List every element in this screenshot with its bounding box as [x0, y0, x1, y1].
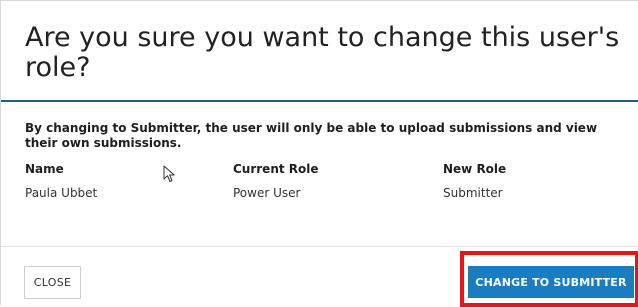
change-to-submitter-button[interactable]: CHANGE TO SUBMITTER [468, 266, 634, 298]
dialog-header: Are you sure you want to change this use… [1, 1, 638, 102]
dialog-footer: CLOSE CHANGE TO SUBMITTER [1, 246, 638, 307]
name-column-header: Name [25, 162, 64, 176]
dialog-body: By changing to Submitter, the user will … [1, 104, 638, 246]
new-role-value: Submitter [443, 186, 503, 200]
mouse-pointer-icon [163, 165, 175, 182]
dialog-message: By changing to Submitter, the user will … [25, 121, 598, 150]
dialog-title: Are you sure you want to change this use… [25, 22, 620, 83]
user-name-value: Paula Ubbet [25, 186, 98, 200]
current-role-column-header: Current Role [233, 162, 319, 176]
change-role-dialog: Are you sure you want to change this use… [0, 0, 638, 307]
current-role-value: Power User [233, 186, 301, 200]
close-button[interactable]: CLOSE [24, 266, 81, 299]
new-role-column-header: New Role [443, 162, 507, 176]
